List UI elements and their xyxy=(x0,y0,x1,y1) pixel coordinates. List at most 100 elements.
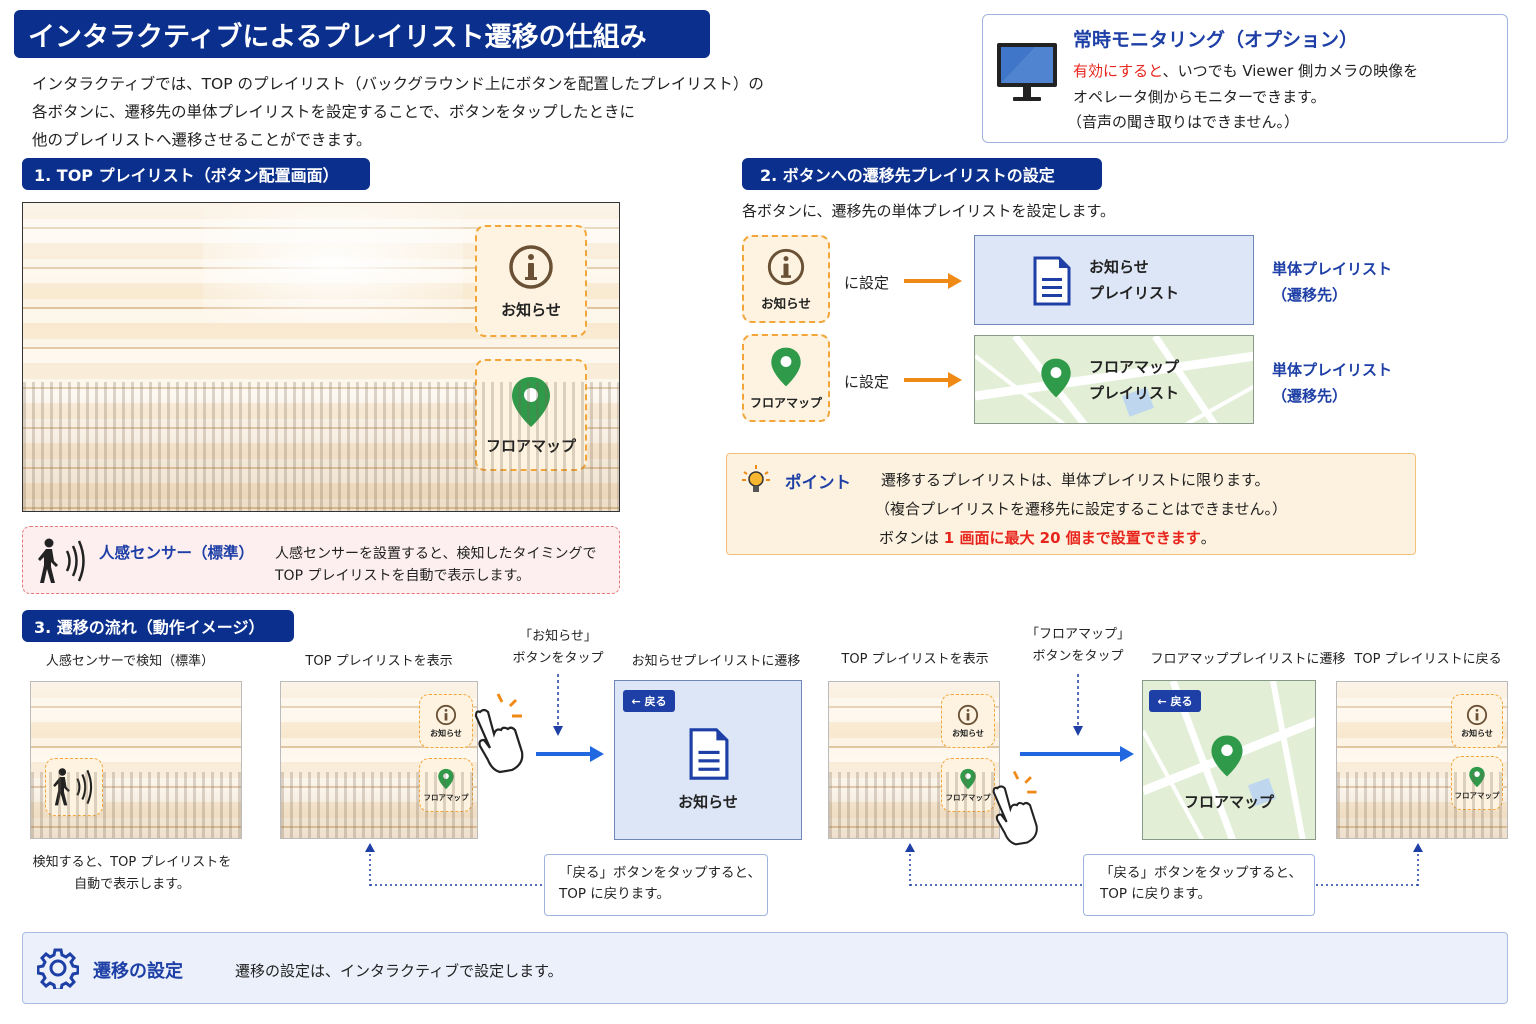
monitoring-title: 常時モニタリング（オプション） xyxy=(1073,29,1359,51)
playlist-card-info-line-1: お知らせ xyxy=(1089,258,1149,276)
map-pin-icon xyxy=(771,347,801,386)
caption-tap-info-line-2: ボタンをタップ xyxy=(512,651,604,666)
page-title: インタラクティブによるプレイリスト遷移の仕組み xyxy=(14,10,710,58)
caption-sensor-detect: 人感センサーで検知（標準） xyxy=(45,654,215,669)
arrow-right-icon xyxy=(904,372,962,388)
motion-sensor-icon xyxy=(53,768,93,806)
intro-line-3: 他のプレイリストへ遷移させることができます。 xyxy=(32,131,372,149)
set-label-1: に設定 xyxy=(844,274,890,292)
caption-back-top: TOP プレイリストに戻る xyxy=(1354,652,1502,667)
caption-tap-info-line-1: 「お知らせ」 xyxy=(519,629,597,644)
settings-bar: 遷移の設定 遷移の設定は、インタラクティブで設定します。 xyxy=(22,932,1508,1004)
point-line-2: （複合プレイリストを遷移先に設定することはできません。） xyxy=(875,500,1288,518)
monitoring-box: 常時モニタリング（オプション） 有効にすると、いつでも Viewer 側カメラの… xyxy=(982,14,1508,143)
back-flow-connector-1 xyxy=(365,843,548,886)
caption-tap-info: 「お知らせ」 ボタンをタップ xyxy=(496,626,620,670)
back-flow-connector-3 xyxy=(1316,843,1423,886)
mini-button-info-label: お知らせ xyxy=(430,728,462,738)
motion-sensor-icon xyxy=(38,538,85,583)
back-note-1-line-1: 「戻る」ボタンをタップすると、 xyxy=(559,865,761,881)
monitoring-line-3: （音声の聞き取りはできません。） xyxy=(1067,113,1300,131)
sensor-note: 検知すると、TOP プレイリストを 自動で表示します。 xyxy=(22,852,242,896)
back-button[interactable]: ← 戻る xyxy=(623,690,675,712)
document-icon xyxy=(1033,256,1071,306)
caption-tap-map-line-2: ボタンをタップ xyxy=(1032,649,1124,664)
settings-title: 遷移の設定 xyxy=(93,961,183,982)
mini-button-map[interactable]: フロアマップ xyxy=(1451,756,1503,810)
flow-screen-info: ← 戻る お知らせ xyxy=(614,680,802,840)
caption-info-playlist: お知らせプレイリストに遷移 xyxy=(631,654,801,669)
sensor-note-line-2: 自動で表示します。 xyxy=(74,877,190,892)
tap-hand-icon xyxy=(474,693,524,774)
mini-button-map[interactable]: フロアマップ xyxy=(419,758,473,812)
single-playlist-label-1: 単体プレイリスト （遷移先） xyxy=(1272,256,1392,308)
mini-button-info[interactable]: お知らせ xyxy=(941,694,995,748)
section3-header: 3. 遷移の流れ（動作イメージ） xyxy=(22,610,294,642)
caption-top-display-2: TOP プレイリストを表示 xyxy=(841,652,989,667)
top-button-info-label: お知らせ xyxy=(501,300,561,319)
settings-desc: 遷移の設定は、インタラクティブで設定します。 xyxy=(235,962,563,980)
config-button-info: お知らせ xyxy=(742,235,830,323)
intro-line-2: 各ボタンに、遷移先の単体プレイリストを設定することで、ボタンをタップしたときに xyxy=(32,103,635,121)
intro-text: インタラクティブでは、TOP のプレイリスト（バックグラウンド上にボタンを配置し… xyxy=(32,70,852,154)
mini-button-info[interactable]: お知らせ xyxy=(1451,694,1503,748)
point-line-1: 遷移するプレイリストは、単体プレイリストに限ります。 xyxy=(881,471,1270,489)
back-button[interactable]: ← 戻る xyxy=(1149,690,1201,712)
flow-screen-top-2: お知らせ フロアマップ xyxy=(828,681,1000,839)
sensor-mini-box xyxy=(45,758,103,816)
atrium-light xyxy=(203,203,463,323)
monitoring-line-2: オペレータ側からモニターできます。 xyxy=(1073,88,1326,106)
mini-button-map-label: フロアマップ xyxy=(945,792,991,802)
sensor-line-1: 人感センサーを設置すると、検知したタイミングで xyxy=(275,546,597,562)
set-label-2: に設定 xyxy=(844,373,890,391)
top-button-map-label: フロアマップ xyxy=(485,436,576,455)
sensor-line-2: TOP プレイリストを自動で表示します。 xyxy=(275,568,531,584)
config-button-info-label: お知らせ xyxy=(761,295,811,311)
back-note-2-line-1: 「戻る」ボタンをタップすると、 xyxy=(1100,865,1302,881)
flow-screen-map-title: フロアマップ xyxy=(1183,793,1274,811)
playlist-card-map-line-2: プレイリスト xyxy=(1089,384,1180,402)
config-button-map: フロアマップ xyxy=(742,334,830,422)
point-box: ポイント 遷移するプレイリストは、単体プレイリストに限ります。 （複合プレイリス… xyxy=(726,453,1416,555)
playlist-card-info-line-2: プレイリスト xyxy=(1089,284,1180,302)
tap-hand-icon xyxy=(992,770,1038,846)
top-button-map[interactable]: フロアマップ xyxy=(475,359,587,471)
sensor-note-line-1: 検知すると、TOP プレイリストを xyxy=(32,855,232,870)
single-playlist-label-2-line-1: 単体プレイリスト xyxy=(1272,361,1393,379)
point-line-3-post: 。 xyxy=(1200,529,1216,547)
caption-top-display-1: TOP プレイリストを表示 xyxy=(305,654,453,669)
mini-button-map-label: フロアマップ xyxy=(1454,790,1500,800)
monitor-icon xyxy=(997,43,1057,101)
mini-button-info[interactable]: お知らせ xyxy=(419,694,473,748)
section1-header: 1. TOP プレイリスト（ボタン配置画面） xyxy=(22,158,370,190)
single-playlist-label-2: 単体プレイリスト （遷移先） xyxy=(1272,357,1392,409)
section2-header: 2. ボタンへの遷移先プレイリストの設定 xyxy=(742,158,1102,190)
monitoring-line-1-rest: 、いつでも Viewer 側カメラの映像を xyxy=(1162,62,1419,80)
flow-screen-top-3: お知らせ フロアマップ xyxy=(1336,681,1508,839)
sensor-title: 人感センサー（標準） xyxy=(99,544,255,562)
map-pin-icon xyxy=(438,768,454,789)
mini-button-info-label: お知らせ xyxy=(952,728,984,738)
flow-screen-info-title: お知らせ xyxy=(678,793,738,811)
monitoring-enabled-text: 有効にすると xyxy=(1073,62,1163,80)
lightbulb-icon xyxy=(742,465,770,492)
flow-arrow-right xyxy=(536,746,604,762)
flow-arrow-right xyxy=(1020,746,1134,762)
single-playlist-label-2-line-2: （遷移先） xyxy=(1272,387,1348,405)
map-pin-icon xyxy=(512,376,550,427)
map-pin-icon xyxy=(1469,766,1485,787)
tap-down-arrow xyxy=(1073,674,1083,736)
back-note-2: 「戻る」ボタンをタップすると、 TOP に戻ります。 xyxy=(1083,854,1315,916)
section2-desc: 各ボタンに、遷移先の単体プレイリストを設定します。 xyxy=(742,202,1116,220)
top-button-info[interactable]: お知らせ xyxy=(475,225,587,337)
playlist-card-map-line-1: フロアマップ xyxy=(1089,358,1180,376)
mini-button-map[interactable]: フロアマップ xyxy=(941,758,995,812)
intro-line-1: インタラクティブでは、TOP のプレイリスト（バックグラウンド上にボタンを配置し… xyxy=(32,75,764,93)
monitoring-line-1: 有効にすると、いつでも Viewer 側カメラの映像を xyxy=(1073,60,1418,81)
caption-tap-map: 「フロアマップ」 ボタンをタップ xyxy=(1016,624,1140,668)
top-playlist-preview: お知らせ フロアマップ xyxy=(22,202,620,512)
sensor-box: 人感センサー（標準） 人感センサーを設置すると、検知したタイミングで TOP プ… xyxy=(22,526,620,594)
back-flow-connector-2 xyxy=(905,843,1084,886)
document-icon xyxy=(689,728,729,780)
single-playlist-label-1-line-1: 単体プレイリスト xyxy=(1272,260,1393,278)
